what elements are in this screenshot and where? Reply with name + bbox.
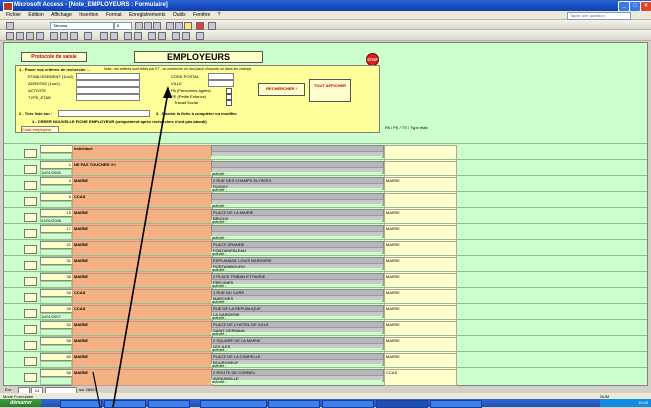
arrow-line-2: [92, 371, 101, 407]
arrow-head-1: [163, 86, 172, 98]
arrow-line-1: [112, 91, 169, 407]
annotation-arrows: [92, 86, 172, 407]
